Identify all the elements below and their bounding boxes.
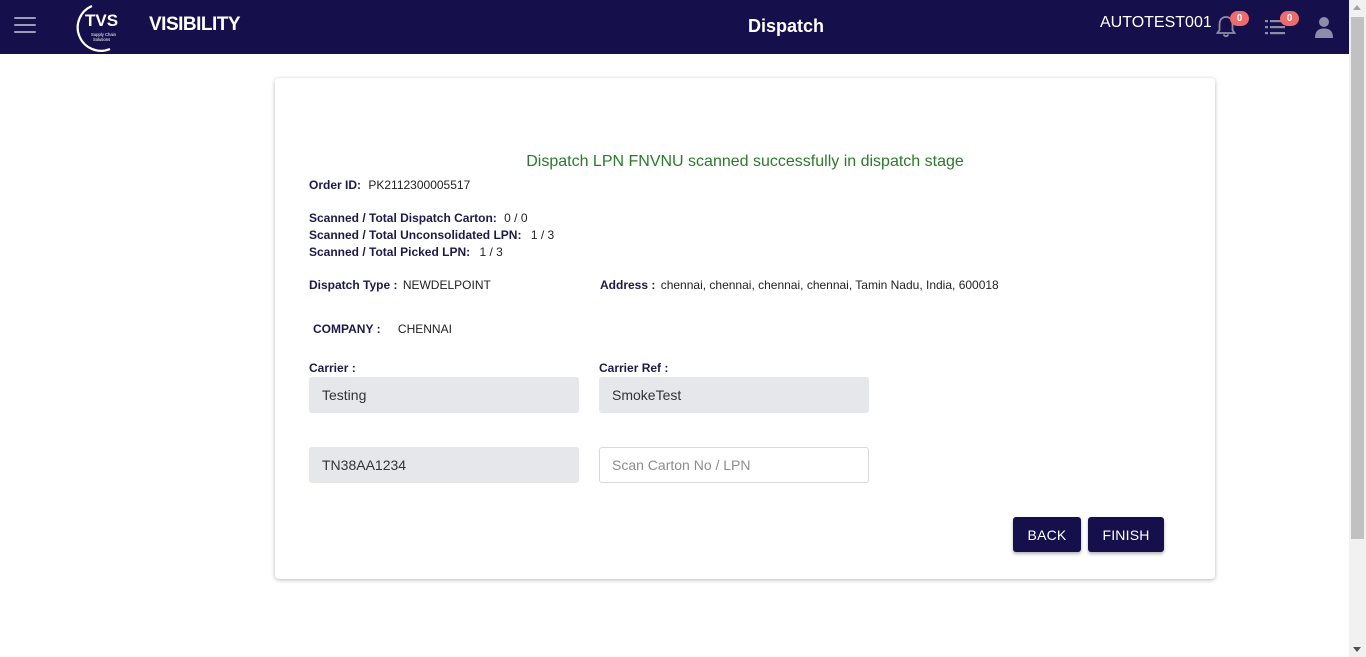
dispatch-type-value: NEWDELPOINT (402, 278, 491, 292)
username[interactable]: AUTOTEST001 (1100, 14, 1212, 32)
dispatch-type-label: Dispatch Type : (309, 278, 398, 292)
company-label: COMPANY : (313, 322, 381, 336)
svg-text:TVS: TVS (85, 11, 118, 30)
company-row: COMPANY : CHENNAI (313, 322, 452, 336)
page: TVS Supply Chain Solutions VISIBILITY Di… (0, 0, 1366, 657)
carrier-ref-field[interactable]: SmokeTest (599, 377, 869, 413)
top-navbar: TVS Supply Chain Solutions VISIBILITY Di… (0, 0, 1349, 54)
picked-lpn-label: Scanned / Total Picked LPN: (309, 245, 471, 259)
address-label: Address : (600, 278, 656, 292)
brand-name: VISIBILITY (149, 14, 241, 35)
user-icon (1315, 17, 1333, 38)
page-title: Dispatch (748, 16, 825, 36)
scan-carton-input[interactable] (599, 447, 869, 483)
tvs-logo[interactable]: TVS Supply Chain Solutions (70, 2, 130, 52)
vehicle-number-field[interactable]: TN38AA1234 (309, 447, 579, 483)
unconsolidated-lpn-row: Scanned / Total Unconsolidated LPN: 1 / … (309, 228, 554, 242)
dispatch-carton-value: 0 / 0 (504, 211, 528, 225)
picked-lpn-row: Scanned / Total Picked LPN: 1 / 3 (309, 245, 503, 259)
dispatch-type-row: Dispatch Type : NEWDELPOINT (309, 278, 491, 292)
address-row: Address : chennai, chennai, chennai, che… (600, 278, 999, 292)
dispatch-carton-row: Scanned / Total Dispatch Carton: 0 / 0 (309, 211, 528, 225)
unconsolidated-lpn-value: 1 / 3 (530, 228, 555, 242)
order-id-value: PK2112300005517 (368, 178, 471, 192)
carrier-field[interactable]: Testing (309, 377, 579, 413)
picked-lpn-value: 1 / 3 (479, 245, 503, 259)
notifications-button[interactable]: 0 (1211, 11, 1249, 42)
scroll-up-arrow-icon[interactable] (1353, 5, 1361, 10)
svg-text:Solutions: Solutions (93, 37, 110, 42)
company-value: CHENNAI (397, 322, 452, 336)
back-button[interactable]: BACK (1013, 517, 1081, 552)
notifications-badge: 0 (1230, 11, 1249, 26)
user-menu-button[interactable] (1312, 12, 1342, 42)
carrier-label: Carrier : (309, 361, 356, 375)
finish-button[interactable]: FINISH (1088, 517, 1164, 552)
dispatch-carton-label: Scanned / Total Dispatch Carton: (309, 211, 497, 225)
carrier-ref-label: Carrier Ref : (599, 361, 669, 375)
order-id-row: Order ID: PK2112300005517 (309, 178, 470, 192)
scroll-thumb[interactable] (1351, 17, 1364, 539)
vertical-scrollbar[interactable] (1349, 0, 1366, 657)
tasks-badge: 0 (1280, 11, 1299, 26)
success-message: Dispatch LPN FNVNU scanned successfully … (526, 153, 964, 170)
scroll-down-arrow-icon[interactable] (1353, 647, 1361, 652)
tasks-button[interactable]: 0 (1261, 11, 1299, 42)
dispatch-card: Dispatch LPN FNVNU scanned successfully … (275, 78, 1215, 579)
unconsolidated-lpn-label: Scanned / Total Unconsolidated LPN: (309, 228, 522, 242)
address-value: chennai, chennai, chennai, chennai, Tami… (660, 278, 999, 292)
order-id-label: Order ID: (309, 178, 362, 192)
menu-icon[interactable] (14, 17, 36, 35)
